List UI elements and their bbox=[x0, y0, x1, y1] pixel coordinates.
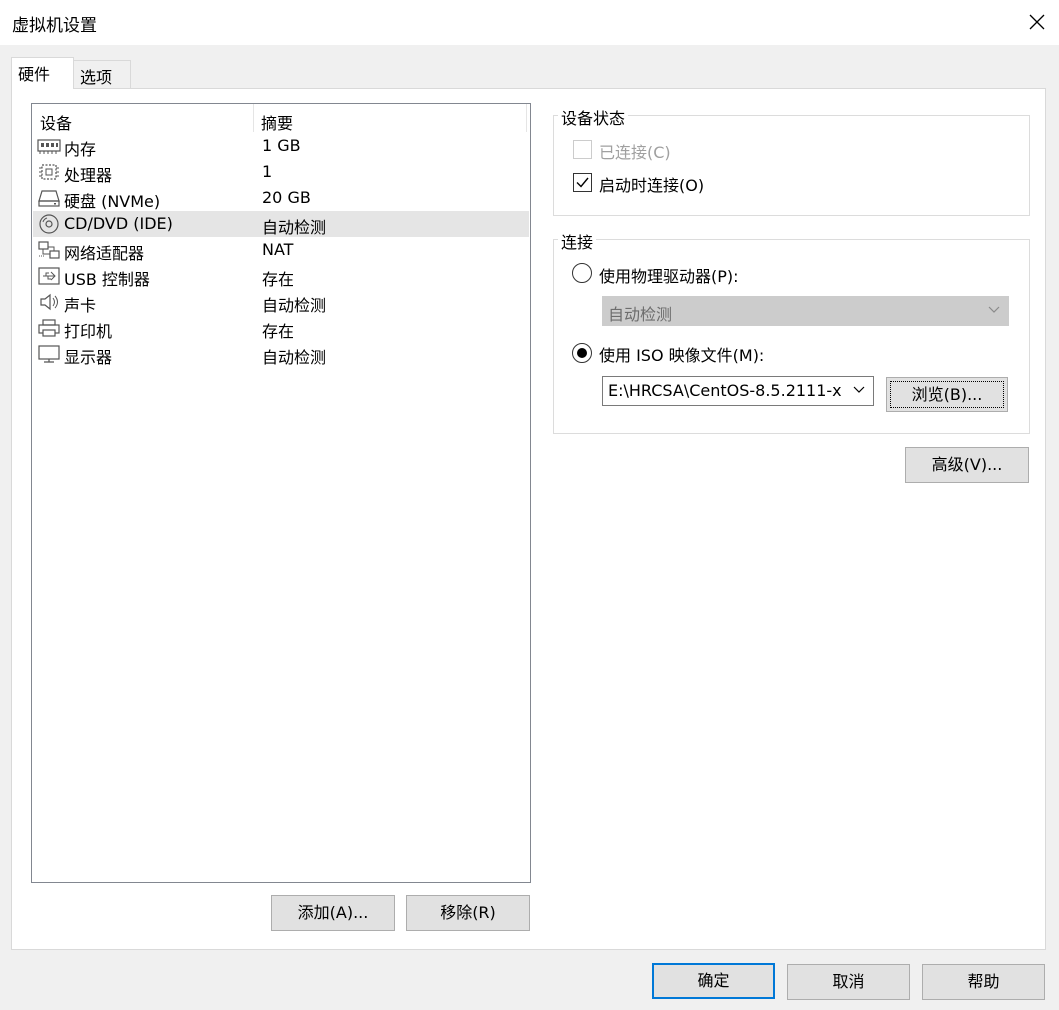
device-summary: 1 GB bbox=[262, 136, 301, 155]
device-status-group bbox=[553, 115, 1030, 216]
device-list[interactable]: 设备 摘要 内存 1 GB 处理器 1 硬盘 (NVMe) 20 GB CD/D… bbox=[31, 103, 531, 883]
close-button[interactable] bbox=[1013, 0, 1059, 45]
list-item-usb-controller[interactable]: USB 控制器 存在 bbox=[33, 263, 529, 289]
physical-drive-select[interactable]: 自动检测 bbox=[602, 296, 1009, 326]
device-summary: 存在 bbox=[262, 270, 295, 289]
network-adapter-icon bbox=[38, 241, 60, 259]
device-summary: 1 bbox=[262, 162, 273, 181]
cd-dvd-icon bbox=[39, 214, 59, 234]
list-item-network-adapter[interactable]: 网络适配器 NAT bbox=[33, 237, 529, 263]
list-item-printer[interactable]: 打印机 存在 bbox=[33, 315, 529, 341]
processor-icon bbox=[39, 164, 59, 180]
cancel-button[interactable]: 取消 bbox=[787, 964, 910, 1000]
iso-image-path[interactable]: E:\HRCSA\CentOS-8.5.2111-x bbox=[608, 381, 848, 400]
usb-icon bbox=[38, 267, 60, 285]
header-divider bbox=[253, 104, 254, 132]
device-name: 显示器 bbox=[64, 348, 113, 367]
device-summary: NAT bbox=[262, 240, 294, 259]
window-title: 虚拟机设置 bbox=[12, 16, 97, 36]
list-item-cd-dvd[interactable]: CD/DVD (IDE) 自动检测 bbox=[33, 211, 529, 237]
physical-drive-value: 自动检测 bbox=[608, 305, 673, 324]
add-button[interactable]: 添加(A)... bbox=[271, 895, 395, 931]
device-summary: 存在 bbox=[262, 322, 295, 341]
column-header-summary[interactable]: 摘要 bbox=[261, 110, 293, 134]
tab-options[interactable]: 选项 bbox=[73, 60, 131, 88]
device-status-label: 设备状态 bbox=[558, 105, 629, 129]
column-header-device[interactable]: 设备 bbox=[40, 110, 72, 134]
list-item-sound-card[interactable]: 声卡 自动检测 bbox=[33, 289, 529, 315]
title-bar: 虚拟机设置 bbox=[0, 0, 1059, 45]
device-name: USB 控制器 bbox=[64, 270, 150, 289]
connect-at-power-on-checkbox[interactable] bbox=[573, 173, 592, 192]
header-divider bbox=[526, 104, 527, 132]
device-summary: 自动检测 bbox=[262, 348, 327, 367]
device-name: 网络适配器 bbox=[64, 244, 145, 263]
device-summary: 20 GB bbox=[262, 188, 311, 207]
iso-image-label: 使用 ISO 映像文件(M): bbox=[599, 346, 765, 365]
list-item-display[interactable]: 显示器 自动检测 bbox=[33, 341, 529, 367]
checkmark-icon bbox=[576, 177, 589, 188]
printer-icon bbox=[38, 319, 60, 337]
device-summary: 自动检测 bbox=[262, 296, 327, 315]
connected-checkbox[interactable] bbox=[573, 140, 592, 159]
device-name: CD/DVD (IDE) bbox=[64, 214, 173, 233]
tab-hardware[interactable]: 硬件 bbox=[11, 57, 74, 89]
device-name: 硬盘 (NVMe) bbox=[64, 192, 161, 211]
ok-button[interactable]: 确定 bbox=[652, 963, 775, 999]
connected-label: 已连接(C) bbox=[599, 143, 671, 162]
display-icon bbox=[38, 345, 60, 363]
device-name: 处理器 bbox=[64, 166, 113, 185]
iso-image-radio[interactable] bbox=[572, 343, 592, 363]
chevron-down-icon bbox=[988, 306, 1000, 313]
device-name: 声卡 bbox=[64, 296, 97, 315]
tab-hardware-label: 硬件 bbox=[18, 65, 51, 84]
hardware-panel: 设备 摘要 内存 1 GB 处理器 1 硬盘 (NVMe) 20 GB CD/D… bbox=[11, 88, 1046, 950]
memory-icon bbox=[37, 139, 61, 154]
close-icon bbox=[1029, 14, 1045, 30]
device-name: 打印机 bbox=[64, 322, 113, 341]
device-summary: 自动检测 bbox=[262, 218, 327, 237]
browse-button[interactable]: 浏览(B)... bbox=[886, 377, 1008, 412]
list-item-hard-disk[interactable]: 硬盘 (NVMe) 20 GB bbox=[33, 185, 529, 211]
tab-options-label: 选项 bbox=[80, 68, 113, 87]
chevron-down-icon[interactable] bbox=[853, 386, 865, 394]
sound-card-icon bbox=[40, 293, 58, 311]
list-item-memory[interactable]: 内存 1 GB bbox=[33, 133, 529, 159]
physical-drive-radio[interactable] bbox=[572, 263, 592, 283]
connection-label: 连接 bbox=[558, 229, 597, 253]
list-header: 设备 摘要 bbox=[32, 104, 528, 134]
iso-image-path-combo[interactable]: E:\HRCSA\CentOS-8.5.2111-x bbox=[602, 376, 874, 406]
hard-disk-icon bbox=[38, 190, 60, 207]
physical-drive-label: 使用物理驱动器(P): bbox=[599, 267, 739, 286]
connect-at-power-on-label: 启动时连接(O) bbox=[599, 176, 705, 195]
remove-button[interactable]: 移除(R) bbox=[406, 895, 530, 931]
advanced-button[interactable]: 高级(V)... bbox=[905, 447, 1029, 483]
help-button[interactable]: 帮助 bbox=[922, 964, 1045, 1000]
device-name: 内存 bbox=[64, 140, 97, 159]
list-item-processor[interactable]: 处理器 1 bbox=[33, 159, 529, 185]
